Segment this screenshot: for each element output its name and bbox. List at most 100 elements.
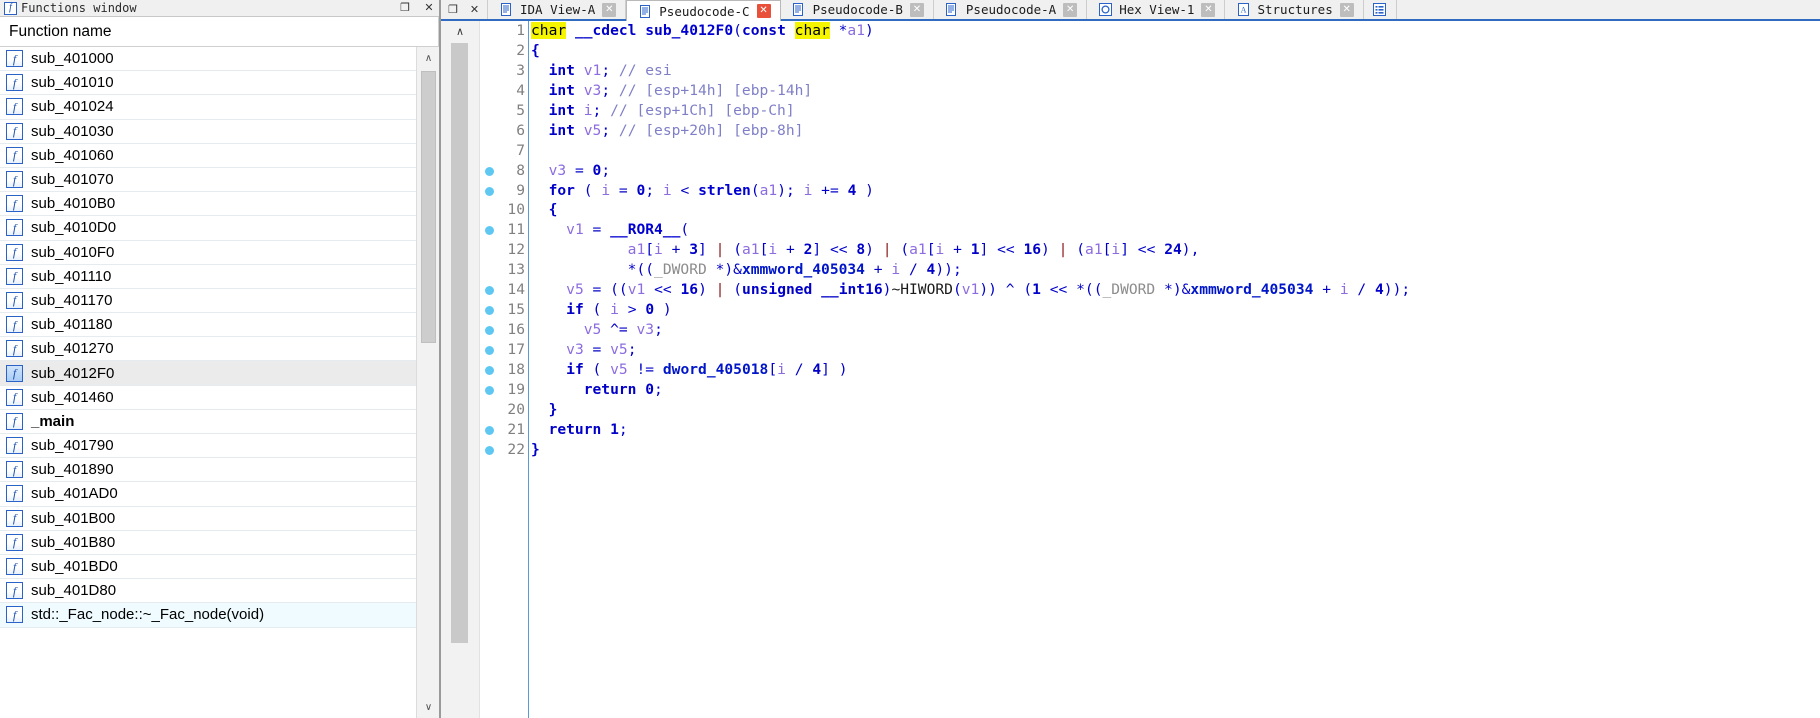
line-number[interactable]: 2 [480,41,528,61]
breakpoint-dot-icon[interactable] [485,326,494,336]
function-list-item[interactable]: f sub_401060 [0,143,416,168]
breakpoint-dot-icon[interactable] [485,346,494,355]
code-line[interactable]: int v3; // [esp+14h] [ebp-14h] [529,81,1820,101]
code-line[interactable]: { [529,200,1820,220]
function-list-item[interactable]: f sub_401000 [0,47,416,72]
breakpoint-dot-icon[interactable] [485,425,494,435]
code-line[interactable]: *((_DWORD *)&xmmword_405034 + i / 4)); [529,260,1820,280]
close-icon[interactable]: ✕ [470,3,479,16]
tab-hex-view-1[interactable]: Hex View-1 ✕ [1087,0,1226,19]
function-list-item[interactable]: f sub_4012F0 [0,361,416,386]
line-number[interactable]: 14 [480,280,528,300]
scrollbar-thumb[interactable] [421,71,436,343]
line-number[interactable]: 5 [480,101,528,121]
line-number[interactable]: 9 [480,181,528,201]
tab-close-icon[interactable]: ✕ [909,2,924,17]
code-line[interactable]: v3 = v5; [529,340,1820,360]
code-line[interactable]: v1 = __ROR4__( [529,220,1820,240]
code-line[interactable]: if ( i > 0 ) [529,300,1820,320]
line-number[interactable]: 13 [480,260,528,280]
line-number[interactable]: 15 [480,300,528,320]
line-number[interactable]: 20 [480,400,528,420]
breakpoint-dot-icon[interactable] [485,365,494,375]
breakpoint-dot-icon[interactable] [485,226,494,236]
line-number[interactable]: 10 [480,200,528,220]
code-line[interactable]: a1[i + 3] | (a1[i + 2] << 8) | (a1[i + 1… [529,240,1820,260]
function-list-item[interactable]: f sub_401BD0 [0,554,416,580]
code-line[interactable] [529,141,1820,161]
tab-close-icon[interactable]: ✕ [1339,2,1354,17]
code-line[interactable]: { [529,41,1820,61]
code-editor[interactable]: ∧ 1 2 3 4 5 6 7 8 9 10 11 12 13 14 15 16 17 18 19 20 21 22 ch… [440,21,1820,718]
function-list-item[interactable]: f std::_Fac_node::~_Fac_node(void) [0,603,416,628]
tab-ida-view-a[interactable]: IDA View-A ✕ [488,0,627,19]
line-number[interactable]: 11 [480,220,528,240]
line-number[interactable]: 4 [480,81,528,101]
column-divider[interactable] [438,17,439,46]
close-icon[interactable]: ✕ [422,1,436,14]
function-list-item[interactable]: f sub_401010 [0,71,416,96]
breakpoint-dot-icon[interactable] [485,385,494,395]
line-number[interactable]: 1 [480,21,528,41]
tab-enums[interactable] [1363,0,1397,19]
function-list-item[interactable]: f sub_401170 [0,288,416,314]
line-number[interactable]: 16 [480,320,528,340]
function-list-item[interactable]: f sub_401270 [0,337,416,362]
code-line[interactable]: v5 = ((v1 << 16) | (unsigned __int16)~HI… [529,280,1820,300]
function-list-item[interactable]: f sub_401890 [0,458,416,483]
scroll-down-arrow[interactable]: ∨ [417,696,439,718]
panel-splitter[interactable] [440,0,441,718]
code-line[interactable]: return 1; [529,420,1820,440]
breakpoint-dot-icon[interactable] [485,166,494,176]
code-line[interactable]: } [529,400,1820,420]
function-list-item[interactable]: f sub_401460 [0,385,416,410]
function-list-item[interactable]: f sub_401AD0 [0,482,416,507]
line-number[interactable]: 19 [480,380,528,400]
pseudocode-text[interactable]: char __cdecl sub_4012F0(const char *a1){… [528,21,1820,718]
function-list-scrollbar[interactable]: ∧ ∨ [416,47,439,718]
function-name-column-header[interactable]: Function name [0,17,439,47]
code-line[interactable]: return 0; [529,380,1820,400]
tab-structures[interactable]: A Structures ✕ [1225,0,1364,19]
code-line[interactable]: if ( v5 != dword_405018[i / 4] ) [529,360,1820,380]
function-list-item[interactable]: f sub_4010F0 [0,240,416,265]
line-number[interactable]: 3 [480,61,528,81]
restore-icon[interactable]: ❐ [448,3,458,16]
function-list-item[interactable]: f sub_4010B0 [0,192,416,217]
code-line[interactable]: v5 ^= v3; [529,320,1820,340]
function-list-item[interactable]: f sub_401B80 [0,530,416,555]
line-number[interactable]: 8 [480,161,528,181]
function-list-item[interactable]: f sub_401D80 [0,579,416,604]
tab-pseudocode-a[interactable]: Pseudocode-A ✕ [933,0,1088,19]
function-list-item[interactable]: f sub_401790 [0,434,416,459]
code-line[interactable]: int v5; // [esp+20h] [ebp-8h] [529,121,1820,141]
code-line[interactable]: v3 = 0; [529,161,1820,181]
function-list-item[interactable]: f _main [0,409,416,434]
function-list[interactable]: f sub_401000 f sub_401010 f sub_401024 f sub_40… [0,47,416,718]
function-list-item[interactable]: f sub_401024 [0,95,416,120]
tab-close-icon[interactable]: ✕ [756,4,771,18]
line-number[interactable]: 18 [480,360,528,380]
function-list-item[interactable]: f sub_4010D0 [0,216,416,241]
line-number[interactable]: 6 [480,121,528,141]
function-list-item[interactable]: f sub_401180 [0,313,416,338]
scrollbar-thumb[interactable] [451,43,468,643]
code-line[interactable]: } [529,440,1820,460]
scroll-up-arrow[interactable]: ∧ [440,21,480,41]
breakpoint-dot-icon[interactable] [485,186,494,196]
code-line[interactable]: int i; // [esp+1Ch] [ebp-Ch] [529,101,1820,121]
breakpoint-dot-icon[interactable] [485,286,494,296]
function-list-item[interactable]: f sub_401110 [0,264,416,289]
line-number[interactable]: 12 [480,240,528,260]
tab-close-icon[interactable]: ✕ [1063,2,1078,17]
tab-close-icon[interactable]: ✕ [602,2,617,17]
tab-close-icon[interactable]: ✕ [1201,2,1216,17]
code-line[interactable]: int v1; // esi [529,61,1820,81]
editor-vertical-scrollbar[interactable]: ∧ [440,21,480,718]
breakpoint-dot-icon[interactable] [485,306,494,316]
function-list-item[interactable]: f sub_401030 [0,119,416,144]
line-number-gutter[interactable]: 1 2 3 4 5 6 7 8 9 10 11 12 13 14 15 16 17 18 19 20 21 22 [480,21,528,718]
function-list-item[interactable]: f sub_401070 [0,167,416,193]
tab-pseudocode-c[interactable]: Pseudocode-C ✕ [626,0,781,21]
function-list-item[interactable]: f sub_401B00 [0,506,416,531]
